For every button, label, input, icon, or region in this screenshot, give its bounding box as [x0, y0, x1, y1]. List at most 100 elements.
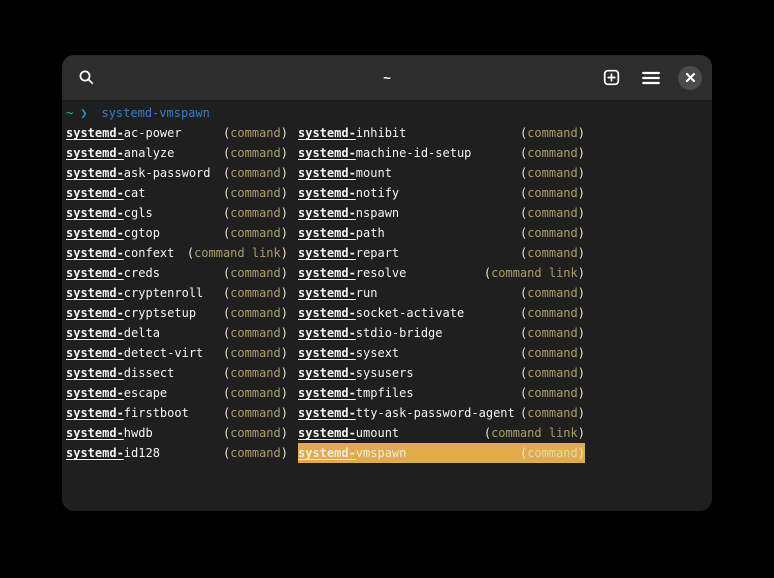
completion-item-description: (command)	[520, 203, 585, 223]
completion-item-systemd-repart: systemd-repart (command)	[298, 243, 585, 263]
completion-item-name: systemd-cryptenroll	[66, 283, 203, 303]
completion-item-systemd-notify: systemd-notify (command)	[298, 183, 585, 203]
hamburger-menu-icon	[642, 71, 660, 85]
completion-item-description: (command)	[520, 443, 585, 463]
completion-item-description: (command)	[223, 163, 288, 183]
completion-column-0: systemd-ac-power(command)systemd-analyze…	[66, 123, 288, 463]
completion-item-description: (command)	[223, 423, 288, 443]
completion-item-description: (command)	[520, 323, 585, 343]
completion-item-name: systemd-socket-activate	[298, 303, 464, 323]
completion-item-name: systemd-firstboot	[66, 403, 189, 423]
completion-item-systemd-analyze: systemd-analyze(command)	[66, 143, 288, 163]
completion-item-systemd-hwdb: systemd-hwdb (command)	[66, 423, 288, 443]
completion-item-systemd-delta: systemd-delta (command)	[66, 323, 288, 343]
completion-item-systemd-cgls: systemd-cgls (command)	[66, 203, 288, 223]
new-tab-button[interactable]	[598, 65, 624, 91]
completion-item-description: (command)	[520, 183, 585, 203]
completion-item-systemd-socket-activate: systemd-socket-activate (command)	[298, 303, 585, 323]
completion-item-description: (command)	[223, 383, 288, 403]
completion-item-systemd-resolve: systemd-resolve(command link)	[298, 263, 585, 283]
completion-item-name: systemd-ask-password	[66, 163, 211, 183]
close-button[interactable]	[678, 66, 702, 90]
completion-item-systemd-cryptenroll: systemd-cryptenroll (command)	[66, 283, 288, 303]
completion-item-description: (command)	[223, 443, 288, 463]
completion-item-systemd-cat: systemd-cat (command)	[66, 183, 288, 203]
close-icon	[685, 72, 696, 83]
completion-item-name: systemd-tmpfiles	[298, 383, 414, 403]
titlebar[interactable]: ~	[62, 55, 712, 101]
completion-item-name: systemd-run	[298, 283, 377, 303]
completion-item-systemd-ask-password: systemd-ask-password (command)	[66, 163, 288, 183]
completion-item-name: systemd-notify	[298, 183, 399, 203]
completion-item-systemd-tty-ask-password-agent: systemd-tty-ask-password-agent(command)	[298, 403, 585, 423]
completion-item-systemd-cgtop: systemd-cgtop (command)	[66, 223, 288, 243]
completion-item-name: systemd-cryptsetup	[66, 303, 196, 323]
completion-item-systemd-firstboot: systemd-firstboot (command)	[66, 403, 288, 423]
search-button[interactable]	[73, 65, 99, 91]
completion-item-description: (command)	[520, 123, 585, 143]
completion-item-description: (command)	[223, 323, 288, 343]
completion-item-systemd-tmpfiles: systemd-tmpfiles(command)	[298, 383, 585, 403]
completion-item-name: systemd-path	[298, 223, 385, 243]
completion-item-description: (command)	[223, 223, 288, 243]
completion-item-description: (command)	[520, 283, 585, 303]
menu-button[interactable]	[638, 65, 664, 91]
completion-item-description: (command link)	[484, 263, 585, 283]
completion-item-name: systemd-escape	[66, 383, 167, 403]
completion-item-name: systemd-nspawn	[298, 203, 399, 223]
completion-item-name: systemd-cat	[66, 183, 145, 203]
completion-item-description: (command)	[223, 143, 288, 163]
completion-item-description: (command)	[223, 203, 288, 223]
completion-item-name: systemd-vmspawn	[298, 443, 406, 463]
completion-item-systemd-confext: systemd-confext(command link)	[66, 243, 288, 263]
completion-item-systemd-id128: systemd-id128(command)	[66, 443, 288, 463]
completion-item-description: (command)	[520, 243, 585, 263]
completion-item-description: (command)	[520, 163, 585, 183]
completion-item-description: (command)	[520, 363, 585, 383]
new-tab-icon	[603, 69, 620, 86]
completion-item-name: systemd-tty-ask-password-agent	[298, 403, 515, 423]
completion-item-name: systemd-cgls	[66, 203, 153, 223]
completion-item-description: (command)	[223, 183, 288, 203]
completion-item-systemd-cryptsetup: systemd-cryptsetup (command)	[66, 303, 288, 323]
completion-item-systemd-path: systemd-path(command)	[298, 223, 585, 243]
titlebar-buttons	[598, 65, 702, 91]
completion-item-name: systemd-dissect	[66, 363, 174, 383]
completion-item-name: systemd-stdio-bridge	[298, 323, 443, 343]
completion-item-systemd-mount: systemd-mount (command)	[298, 163, 585, 183]
completion-item-systemd-sysusers: systemd-sysusers (command)	[298, 363, 585, 383]
prompt-cwd: ~	[66, 106, 73, 120]
completion-item-name: systemd-delta	[66, 323, 160, 343]
completion-item-description: (command)	[520, 143, 585, 163]
window-title: ~	[383, 70, 391, 85]
desktop-background: { "titlebar": { "title": "~", "icons": {…	[0, 0, 774, 578]
completion-item-description: (command)	[223, 403, 288, 423]
completion-item-systemd-detect-virt: systemd-detect-virt(command)	[66, 343, 288, 363]
prompt-arrow-icon: ❯	[80, 106, 87, 120]
prompt-command: systemd-vmspawn	[101, 106, 209, 120]
terminal-content[interactable]: ~ ❯ systemd-vmspawn systemd-ac-power(comma…	[62, 101, 712, 511]
completion-item-name: systemd-mount	[298, 163, 392, 183]
completion-item-name: systemd-sysusers	[298, 363, 414, 383]
completion-item-description: (command)	[223, 123, 288, 143]
completion-item-name: systemd-hwdb	[66, 423, 153, 443]
completion-column-1: systemd-inhibit(command)systemd-machine-…	[298, 123, 585, 463]
shell-prompt: ~ ❯ systemd-vmspawn	[66, 103, 708, 123]
completion-item-description: (command)	[223, 303, 288, 323]
completion-item-description: (command)	[520, 303, 585, 323]
completion-item-systemd-stdio-bridge: systemd-stdio-bridge (command)	[298, 323, 585, 343]
completion-item-systemd-umount: systemd-umount(command link)	[298, 423, 585, 443]
completion-item-name: systemd-inhibit	[298, 123, 406, 143]
completion-item-systemd-nspawn: systemd-nspawn (command)	[298, 203, 585, 223]
completion-item-description: (command link)	[187, 243, 288, 263]
completion-item-systemd-escape: systemd-escape (command)	[66, 383, 288, 403]
completion-item-description: (command)	[520, 343, 585, 363]
completion-item-systemd-ac-power: systemd-ac-power(command)	[66, 123, 288, 143]
completion-item-name: systemd-repart	[298, 243, 399, 263]
completion-item-description: (command)	[223, 343, 288, 363]
terminal-window: ~	[62, 55, 712, 511]
completion-item-description: (command)	[223, 283, 288, 303]
search-icon	[78, 69, 95, 86]
completion-item-name: systemd-cgtop	[66, 223, 160, 243]
completion-item-description: (command link)	[484, 423, 585, 443]
